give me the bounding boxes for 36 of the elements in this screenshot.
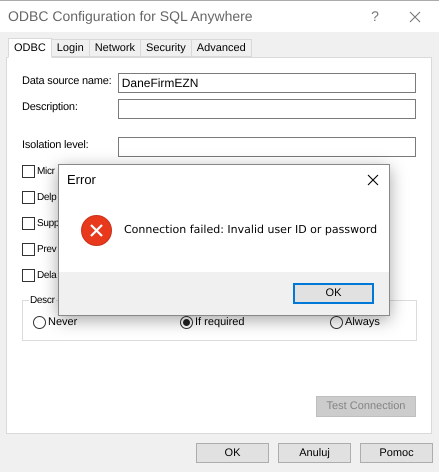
checkbox[interactable] — [22, 216, 35, 230]
error-icon — [81, 215, 112, 246]
checkbox-label: Dela — [37, 268, 56, 282]
dialog-button[interactable]: OK — [196, 443, 269, 463]
dialog-button[interactable]: Pomoc — [360, 443, 433, 463]
field-label: Isolation level: — [22, 138, 90, 153]
text-field[interactable]: DaneFirmEZN — [118, 73, 416, 93]
radio-label: Never — [48, 315, 78, 330]
checkbox-label: Micr — [37, 164, 55, 178]
radio-label: Always — [345, 315, 380, 330]
dialog-title: Error — [67, 171, 97, 190]
checkbox-label: Delp — [37, 190, 56, 204]
tab[interactable]: ODBC — [8, 38, 52, 58]
close-icon[interactable] — [367, 174, 379, 186]
radio-button[interactable] — [330, 316, 343, 329]
dialog-button[interactable]: Anuluj — [278, 443, 351, 463]
checkbox[interactable] — [22, 268, 35, 282]
ok-button[interactable]: OK — [293, 283, 374, 304]
field-label: Data source name: — [22, 74, 113, 89]
radio-label: If required — [195, 315, 245, 330]
tab[interactable]: Network — [90, 39, 142, 57]
tab[interactable]: Advanced — [192, 39, 252, 57]
text-field[interactable] — [118, 137, 416, 157]
tab[interactable]: Login — [52, 39, 90, 57]
checkbox[interactable] — [22, 242, 35, 256]
tab[interactable]: Security — [141, 39, 192, 57]
checkbox[interactable] — [22, 164, 35, 178]
help-button[interactable]: ? — [365, 6, 385, 27]
checkbox-label: Prev — [37, 242, 56, 256]
checkbox[interactable] — [22, 190, 35, 204]
field-label: Description: — [22, 100, 79, 115]
radio-button[interactable] — [33, 316, 46, 329]
radio-button[interactable] — [180, 316, 193, 329]
error-message: Connection failed: Invalid user ID or password — [124, 222, 378, 238]
text-field[interactable] — [118, 99, 416, 119]
window-title: ODBC Configuration for SQL Anywhere — [8, 7, 254, 26]
